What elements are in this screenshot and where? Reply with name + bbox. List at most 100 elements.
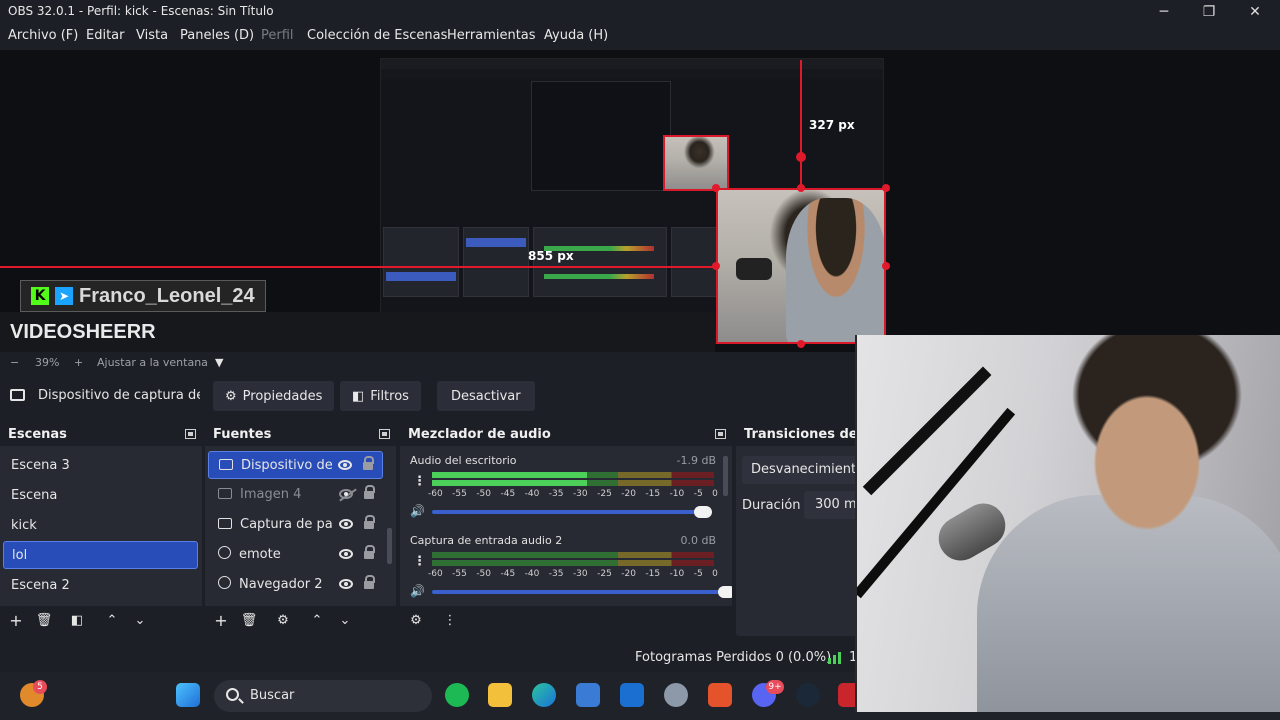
remove-scene-icon[interactable]: 🗑 [34, 612, 54, 630]
window-title: OBS 32.0.1 - Perfil: kick - Escenas: Sin… [8, 4, 274, 18]
lock-icon[interactable] [364, 485, 375, 499]
lock-icon[interactable] [364, 515, 375, 529]
deactivate-button[interactable]: Desactivar [437, 381, 535, 411]
minimize-button[interactable]: ─ [1150, 2, 1178, 22]
resize-handle-r[interactable] [882, 262, 890, 270]
speaker-icon[interactable]: 🔊 [410, 504, 425, 518]
channel-menu-icon[interactable]: ⋮ [413, 554, 426, 569]
move-down-icon[interactable]: ⌄ [335, 612, 355, 630]
source-item[interactable]: Imagen 4 [208, 481, 383, 509]
resize-handle-tr[interactable] [882, 184, 890, 192]
source-item[interactable]: emote [208, 541, 383, 569]
properties-button[interactable]: ⚙ Propiedades [213, 381, 335, 411]
meter-tick-label: -60 [428, 489, 443, 499]
menu-editar[interactable]: Editar [86, 28, 125, 43]
signal-bar [828, 658, 831, 664]
file-explorer-icon[interactable] [488, 683, 512, 707]
scene-item[interactable]: Escena [3, 482, 197, 510]
menu-ayuda[interactable]: Ayuda (H) [544, 28, 608, 43]
source-item[interactable]: Navegador 2 [208, 571, 383, 599]
lock-icon[interactable] [364, 575, 375, 589]
slider-knob[interactable] [718, 586, 732, 598]
taskbar-search[interactable]: Buscar [214, 680, 432, 712]
close-button[interactable]: ✕ [1241, 2, 1269, 22]
source-settings-icon[interactable]: ⚙ [273, 612, 293, 630]
brave-icon[interactable] [708, 683, 732, 707]
scene-item-selected[interactable]: lol [3, 541, 198, 569]
spotify-icon[interactable] [445, 683, 469, 707]
windows-start-icon[interactable] [176, 683, 200, 707]
add-scene-icon[interactable]: + [6, 612, 26, 630]
channel-menu-icon[interactable]: ⋮ [413, 474, 426, 489]
remove-source-icon[interactable]: 🗑 [239, 612, 259, 630]
speaker-icon[interactable]: 🔊 [410, 584, 425, 598]
advanced-audio-icon[interactable]: ⚙ [406, 612, 426, 630]
menu-archivo[interactable]: Archivo (F) [8, 28, 78, 43]
settings-icon[interactable] [664, 683, 688, 707]
filters-label: Filtros [370, 388, 409, 404]
outlook-icon[interactable] [620, 683, 644, 707]
scene-item[interactable]: Escena 2 [3, 572, 197, 600]
mixer-channel: Captura de entrada audio 2 0.0 dB ⋮ -60-… [400, 532, 732, 607]
menu-herramientas[interactable]: Herramientas [447, 28, 536, 43]
transitions-dock: Transiciones de e Desvanecimiento Duraci… [736, 424, 860, 636]
menu-coleccion-escenas[interactable]: Colección de Escenas [307, 28, 447, 43]
filter-icon: ◧ [352, 388, 365, 404]
volume-slider[interactable] [432, 586, 732, 598]
scene-item[interactable]: Escena 3 [3, 452, 197, 480]
move-up-icon[interactable]: ⌃ [307, 612, 327, 630]
add-source-icon[interactable]: + [211, 612, 231, 630]
visibility-eye-icon[interactable] [339, 579, 353, 589]
store-icon[interactable] [576, 683, 600, 707]
zoom-fit-label[interactable]: Ajustar a la ventana [97, 356, 208, 369]
kick-arrow-icon: ➤ [55, 287, 73, 305]
undock-icon[interactable] [715, 429, 726, 439]
visibility-eye-icon[interactable] [339, 519, 353, 529]
resize-handle-tl[interactable] [712, 184, 720, 192]
zoom-dropdown-icon[interactable]: ▼ [215, 356, 223, 369]
menu-perfil[interactable]: Perfil [261, 28, 294, 43]
distance-line-vertical [800, 60, 802, 188]
move-up-icon[interactable]: ⌃ [102, 612, 122, 630]
volume-slider[interactable] [432, 506, 712, 518]
transition-select[interactable]: Desvanecimiento [742, 456, 860, 484]
mixer-title: Mezclador de audio [408, 427, 551, 442]
mixer-menu-icon[interactable]: ⋮ [440, 612, 460, 630]
resize-handle-b[interactable] [797, 340, 805, 348]
nested-scenes-dock [383, 227, 459, 297]
visibility-eye-icon[interactable] [338, 460, 352, 470]
lock-icon[interactable] [363, 456, 374, 470]
filters-button[interactable]: ◧ Filtros [340, 381, 421, 411]
move-down-icon[interactable]: ⌄ [130, 612, 150, 630]
scene-item[interactable]: kick [3, 512, 197, 540]
scene-filters-icon[interactable]: ◧ [67, 612, 87, 630]
weather-badge: 5 [33, 680, 47, 694]
visibility-eye-icon[interactable] [339, 549, 353, 559]
slider-knob[interactable] [694, 506, 712, 518]
meter-tick-label: -20 [621, 569, 636, 579]
source-item[interactable]: Captura de pa [208, 511, 383, 539]
selection-box[interactable] [716, 188, 886, 344]
meter-level [432, 472, 588, 478]
undock-icon[interactable] [379, 429, 390, 439]
preview-area[interactable]: 327 px 855 px K ➤ Franco_Leonel_24 VIDEO… [0, 50, 1280, 352]
width-distance-label: 855 px [528, 249, 574, 263]
menu-vista[interactable]: Vista [136, 28, 168, 43]
menu-paneles[interactable]: Paneles (D) [180, 28, 254, 43]
edge-icon[interactable] [532, 683, 556, 707]
nested-titlebar [381, 59, 883, 69]
visibility-hidden-icon[interactable] [339, 489, 353, 499]
sources-scrollbar[interactable] [387, 528, 392, 564]
lock-icon[interactable] [364, 545, 375, 559]
duration-input[interactable]: 300 ms [804, 491, 860, 519]
maximize-button[interactable]: ❐ [1195, 2, 1223, 22]
zoom-out-button[interactable]: − [10, 356, 19, 369]
steam-icon[interactable] [796, 683, 820, 707]
mixer-footer: ⚙ ⋮ [400, 606, 732, 636]
source-item-selected[interactable]: Dispositivo de [208, 451, 383, 479]
mixer-scrollbar[interactable] [723, 456, 728, 496]
deactivate-label: Desactivar [451, 388, 521, 404]
undock-icon[interactable] [185, 429, 196, 439]
meter-tick-label: -50 [476, 489, 492, 499]
zoom-in-button[interactable]: + [74, 356, 83, 369]
